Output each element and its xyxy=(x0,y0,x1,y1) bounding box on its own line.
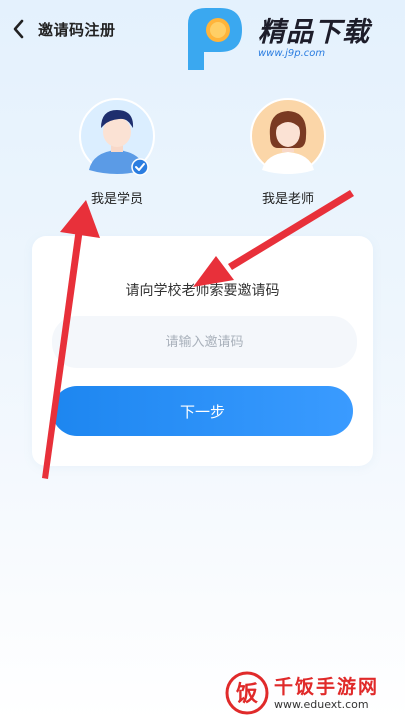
invite-code-input[interactable] xyxy=(52,316,357,368)
selected-check-icon xyxy=(131,158,149,176)
next-step-button[interactable]: 下一步 xyxy=(52,386,353,436)
p-logo-icon xyxy=(188,8,242,70)
student-avatar[interactable] xyxy=(79,98,155,176)
site-url: www.eduext.com xyxy=(274,698,369,711)
teacher-avatar[interactable] xyxy=(250,98,326,174)
site-watermark: 饭 千饭手游网 www.eduext.com xyxy=(224,670,405,716)
role-student-label: 我是学员 xyxy=(90,192,143,207)
role-teacher[interactable]: 我是老师 xyxy=(233,98,343,207)
role-teacher-label: 我是老师 xyxy=(261,192,314,207)
fan-logo-glyph: 饭 xyxy=(236,681,258,707)
back-chevron-icon[interactable] xyxy=(8,16,30,42)
teacher-avatar-icon xyxy=(250,98,326,174)
page-title: 邀请码注册 xyxy=(38,21,116,39)
invite-card: 请向学校老师索要邀请码 下一步 xyxy=(32,236,373,466)
role-student[interactable]: 我是学员 xyxy=(62,98,172,207)
site-name: 千饭手游网 xyxy=(274,676,380,698)
fan-logo-icon: 饭 xyxy=(225,671,269,715)
watermark-title: 精品下载 xyxy=(258,17,370,48)
invite-prompt: 请向学校老师索要邀请码 xyxy=(125,283,280,299)
watermark-url: www.j9p.com xyxy=(258,48,326,59)
